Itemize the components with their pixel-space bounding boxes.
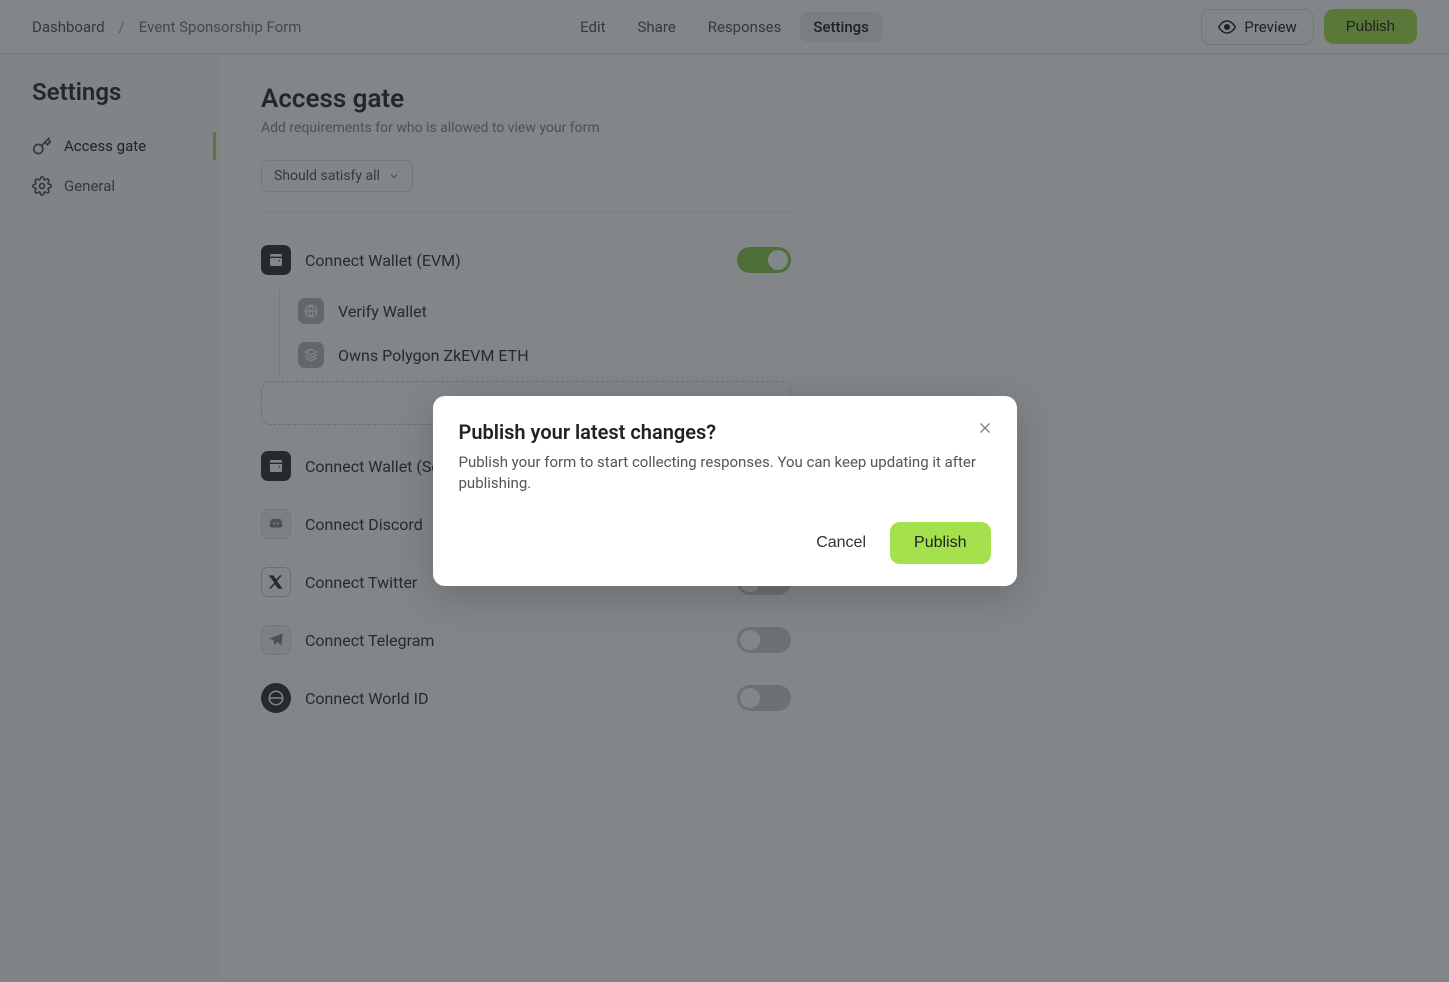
modal-actions: Cancel Publish [459,522,991,564]
close-icon [976,419,994,437]
modal-publish-button[interactable]: Publish [890,522,990,564]
modal-body: Publish your form to start collecting re… [459,452,991,494]
modal-overlay[interactable]: Publish your latest changes? Publish you… [0,0,1449,982]
modal-title: Publish your latest changes? [459,420,991,444]
modal-close-button[interactable] [973,416,997,440]
modal-cancel-button[interactable]: Cancel [808,524,874,562]
publish-modal: Publish your latest changes? Publish you… [433,396,1017,586]
